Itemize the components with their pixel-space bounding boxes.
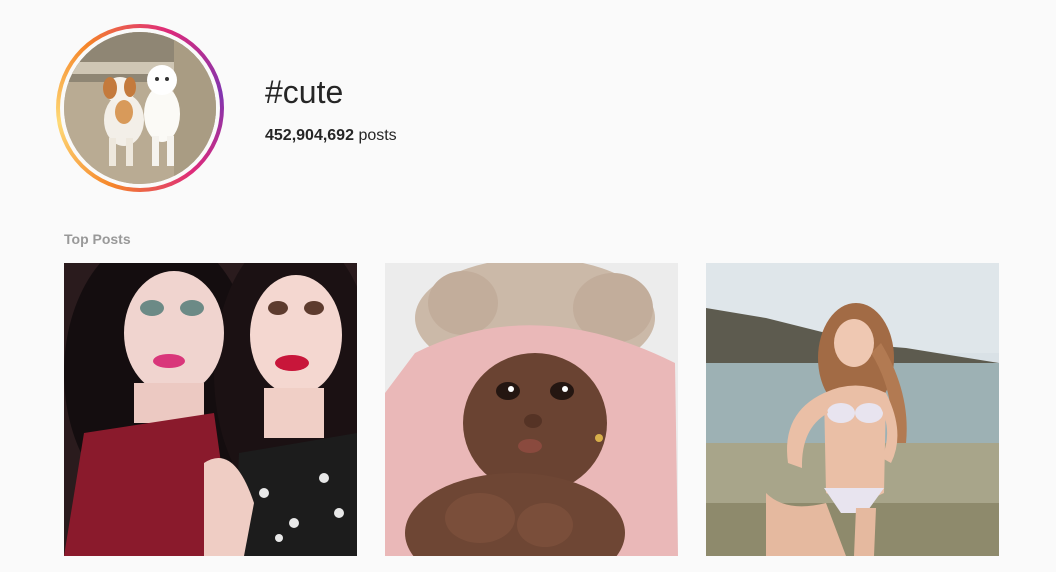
hashtag-avatar[interactable] [56, 24, 224, 192]
avatar-border [60, 28, 220, 188]
post-count-number: 452,904,692 [265, 127, 354, 144]
top-post-1[interactable] [64, 263, 357, 556]
top-posts-grid [64, 263, 999, 556]
hashtag-page: #cute 452,904,692 posts Top Posts [0, 0, 1056, 572]
dogs-photo-icon [64, 32, 216, 184]
post-count: 452,904,692 posts [265, 126, 397, 146]
baby-in-towel-photo-icon [385, 263, 678, 556]
woman-at-beach-photo-icon [706, 263, 999, 556]
top-post-3[interactable] [706, 263, 999, 556]
hashtag-title: #cute [265, 74, 344, 110]
post-count-suffix: posts [358, 127, 397, 144]
top-post-2[interactable] [385, 263, 678, 556]
top-posts-heading: Top Posts [64, 231, 131, 247]
two-women-selfie-photo-icon [64, 263, 357, 556]
